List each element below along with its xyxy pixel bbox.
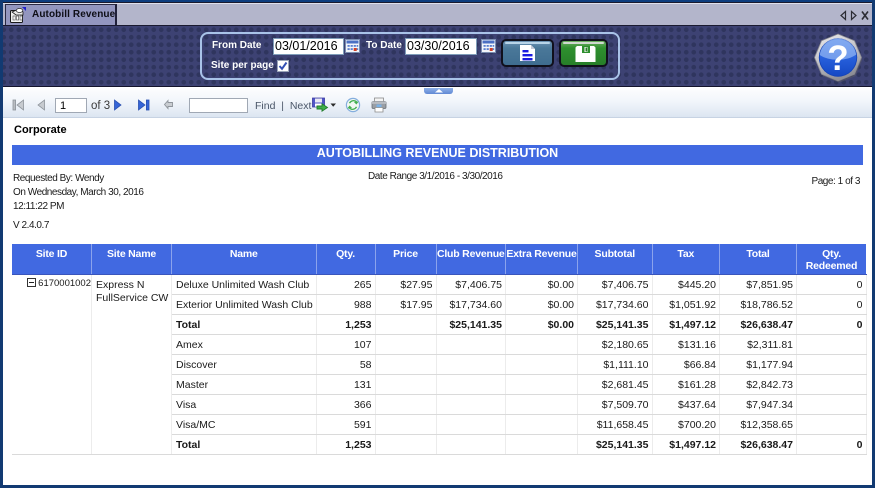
svg-text:?: ? (827, 39, 848, 78)
